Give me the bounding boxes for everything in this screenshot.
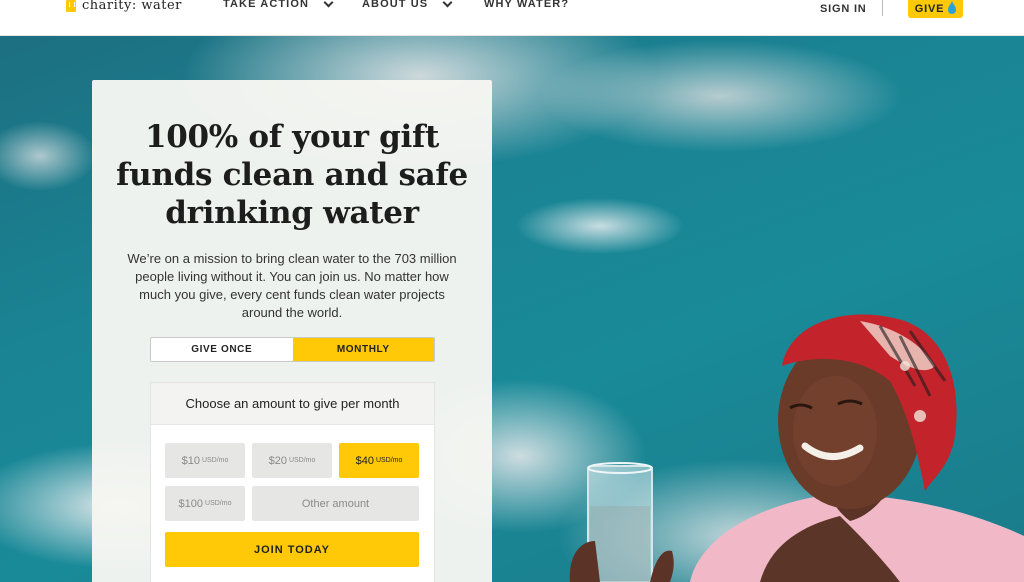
amount-option-100[interactable]: $100 USD/mo (165, 486, 245, 521)
headline-line: drinking water (165, 195, 419, 231)
give-button-label: GIVE (914, 3, 945, 15)
sign-in-link[interactable]: SIGN IN (820, 3, 867, 15)
nav-take-action-label: TAKE ACTION (223, 0, 310, 10)
amount-option-20[interactable]: $20 USD/mo (252, 443, 332, 478)
headline-line: funds clean and safe (116, 157, 468, 193)
hero-banner: 100% of your gift funds clean and safe d… (0, 36, 1024, 582)
amount-value: $40 (355, 454, 374, 467)
headline: 100% of your gift funds clean and safe d… (92, 118, 492, 232)
amount-option-10[interactable]: $10 USD/mo (165, 443, 245, 478)
nav-about-us[interactable]: ABOUT US (362, 0, 453, 10)
amount-selector: Choose an amount to give per month $10 US… (150, 382, 435, 582)
give-once-tab[interactable]: GIVE ONCE (151, 338, 293, 361)
top-navigation: charity: water TAKE ACTION ABOUT US WHY … (0, 0, 1024, 36)
jerrycan-logo-icon (66, 0, 76, 12)
donation-card: 100% of your gift funds clean and safe d… (92, 80, 492, 582)
amount-unit: USD/mo (288, 457, 316, 464)
nav-divider (882, 0, 883, 16)
amount-value: $10 (181, 454, 200, 467)
mission-description: We’re on a mission to bring clean water … (127, 251, 457, 320)
give-button[interactable]: GIVE (908, 0, 963, 18)
chevron-down-icon (442, 0, 453, 7)
logo-text: charity: water (82, 0, 182, 13)
amount-unit: USD/mo (205, 500, 232, 507)
nav-about-us-label: ABOUT US (362, 0, 429, 10)
other-amount-input[interactable]: Other amount (252, 486, 419, 521)
amount-option-40[interactable]: $40 USD/mo (339, 443, 419, 478)
nav-why-water-label: WHY WATER? (484, 0, 570, 10)
amount-value: $20 (268, 454, 287, 467)
amount-value: $100 (178, 497, 204, 510)
join-today-button[interactable]: JOIN TODAY (165, 532, 419, 567)
monthly-tab[interactable]: MONTHLY (292, 338, 434, 361)
nav-why-water[interactable]: WHY WATER? (484, 0, 569, 10)
frequency-toggle: GIVE ONCE MONTHLY (150, 337, 435, 362)
amount-title: Choose an amount to give per month (151, 383, 434, 425)
chevron-down-icon (323, 0, 334, 7)
headline-line: 100% of your gift (144, 119, 440, 155)
charity-water-logo[interactable]: charity: water (66, 0, 182, 13)
amount-unit: USD/mo (201, 457, 229, 464)
amount-unit: USD/mo (375, 457, 403, 464)
water-drop-icon (948, 1, 957, 14)
nav-take-action[interactable]: TAKE ACTION (223, 0, 334, 10)
